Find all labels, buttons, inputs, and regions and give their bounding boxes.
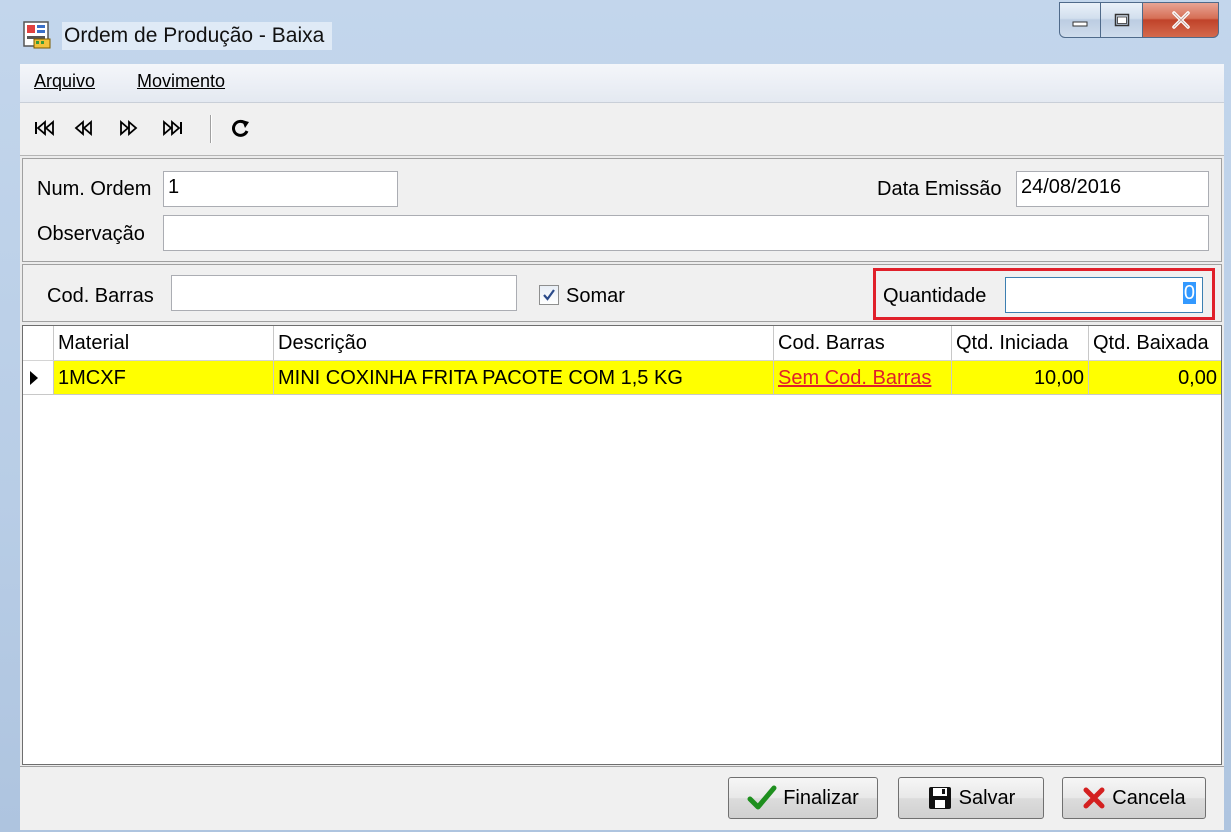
maximize-button[interactable] [1101,2,1143,38]
salvar-button[interactable]: Salvar [898,777,1044,819]
current-row-arrow-icon [30,371,38,385]
num-ordem-label: Num. Ordem [37,178,152,200]
header-panel: Num. Ordem 1 Data Emissão 24/08/2016 Obs… [22,158,1222,262]
window-title: Ordem de Produção - Baixa [62,22,333,50]
quantidade-label: Quantidade [883,285,987,307]
close-icon [1171,11,1190,29]
finalizar-button[interactable]: Finalizar [728,777,878,819]
last-record-icon [163,120,182,136]
grid-header: Material Descrição Cod. Barras Qtd. Inic… [23,326,1221,361]
cancela-button[interactable]: Cancela [1062,777,1206,819]
toolbar-separator [210,115,212,143]
next-record-button[interactable] [113,113,143,143]
column-header-qtd-baixada[interactable]: Qtd. Baixada [1088,326,1221,360]
first-record-icon [35,120,54,136]
observacao-label: Observação [37,223,145,245]
column-header-qtd-iniciada[interactable]: Qtd. Iniciada [951,326,1088,360]
refresh-button[interactable] [226,113,256,143]
maximize-icon [1114,13,1129,27]
grid-header-indicator [23,326,53,360]
num-ordem-field[interactable]: 1 [163,171,398,207]
minimize-button[interactable] [1059,2,1101,38]
menu-movimento[interactable]: Movimento [137,71,225,92]
minimize-icon [1072,21,1088,27]
checkmark-icon [747,785,777,810]
app-icon [23,21,51,49]
quantidade-field[interactable]: 0 [1005,277,1203,313]
cancela-label: Cancela [1112,786,1186,809]
window-controls [1059,2,1219,40]
salvar-label: Salvar [958,786,1016,809]
somar-label[interactable]: Somar [566,285,625,308]
next-record-icon [120,120,138,136]
column-header-material[interactable]: Material [53,326,273,360]
cell-descricao[interactable]: MINI COXINHA FRITA PACOTE COM 1,5 KG [273,361,773,395]
finalizar-label: Finalizar [783,786,859,809]
refresh-icon [232,119,249,137]
cod-barras-label: Cod. Barras [47,285,154,307]
first-record-button[interactable] [30,113,60,143]
action-bar: Finalizar Salvar Cancela [20,766,1224,830]
cancel-x-icon [1083,787,1105,809]
cell-qtd-baixada[interactable]: 0,00 [1088,361,1221,395]
menu-bar: Arquivo Movimento [20,64,1224,103]
quantidade-value: 0 [1182,282,1196,304]
cell-qtd-iniciada[interactable]: 10,00 [951,361,1088,395]
table-row[interactable]: 1MCXF MINI COXINHA FRITA PACOTE COM 1,5 … [23,361,1221,395]
sem-cod-barras-link[interactable]: Sem Cod. Barras [778,367,931,389]
materials-grid: Material Descrição Cod. Barras Qtd. Inic… [22,325,1222,765]
save-icon [928,787,951,809]
row-indicator [23,361,53,395]
cod-barras-field[interactable] [171,275,517,311]
last-record-button[interactable] [157,113,187,143]
navigation-toolbar [20,103,1224,156]
title-bar[interactable]: Ordem de Produção - Baixa [0,0,1231,64]
close-button[interactable] [1143,2,1219,38]
data-emissao-label: Data Emissão [877,178,1002,200]
entry-panel: Cod. Barras Somar Quantidade 0 [22,264,1222,322]
cell-material[interactable]: 1MCXF [53,361,273,395]
column-header-descricao[interactable]: Descrição [273,326,773,360]
somar-checkbox[interactable] [539,285,559,305]
cell-cod-barras[interactable]: Sem Cod. Barras [773,361,951,395]
previous-record-button[interactable] [69,113,99,143]
checkmark-icon [543,289,555,301]
app-window: Ordem de Produção - Baixa Arquivo Movime… [0,0,1231,832]
observacao-field[interactable] [163,215,1209,251]
data-emissao-field[interactable]: 24/08/2016 [1016,171,1209,207]
client-area: Arquivo Movimento Num. Ordem 1 Data Emis… [20,64,1224,830]
menu-arquivo[interactable]: Arquivo [34,71,95,92]
column-header-cod-barras[interactable]: Cod. Barras [773,326,951,360]
previous-record-icon [74,120,92,136]
